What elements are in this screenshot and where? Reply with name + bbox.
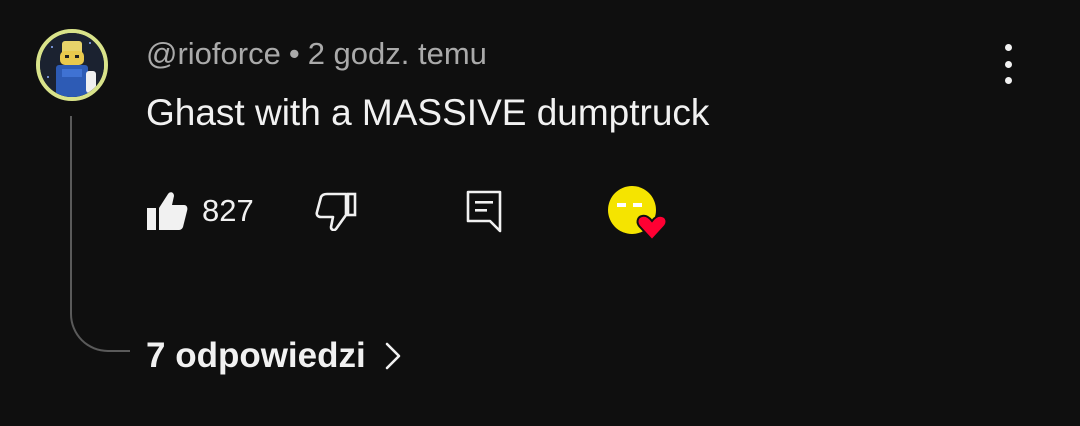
- comment-time: 2 godz. temu: [307, 36, 487, 71]
- thumb-down-icon: [315, 192, 357, 231]
- more-options-button[interactable]: [994, 44, 1022, 84]
- thread-line: [70, 116, 130, 352]
- comment-meta: @rioforce • 2 godz. temu: [146, 36, 487, 72]
- reply-button[interactable]: [464, 186, 504, 236]
- comment-text: Ghast with a MASSIVE dumptruck: [146, 92, 710, 133]
- like-button[interactable]: 827: [146, 186, 254, 236]
- avatar-image: [40, 33, 104, 97]
- replies-count-label: 7 odpowiedzi: [146, 336, 366, 375]
- comment-thread: @rioforce • 2 godz. temu Ghast with a MASS…: [0, 0, 1080, 426]
- like-count: 827: [202, 193, 254, 228]
- chevron-right-icon: [384, 341, 402, 371]
- reply-icon: [466, 190, 502, 233]
- creator-heart-badge: [606, 184, 670, 242]
- author-handle[interactable]: @rioforce: [146, 36, 281, 71]
- comment-actions: 827: [146, 186, 706, 242]
- dislike-button[interactable]: [314, 186, 358, 236]
- avatar[interactable]: [36, 29, 108, 101]
- creator-heart-icon: [608, 186, 668, 242]
- meta-separator: •: [288, 36, 300, 71]
- thumb-up-icon: [147, 192, 188, 230]
- view-replies-button[interactable]: 7 odpowiedzi: [146, 334, 402, 378]
- more-options-icon: [1004, 44, 1012, 51]
